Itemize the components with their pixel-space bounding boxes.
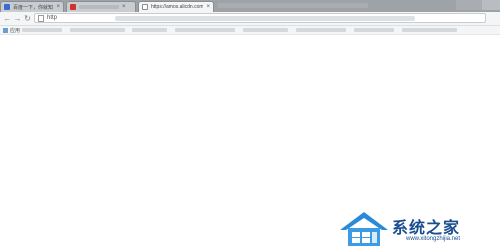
watermark-url: www.xitongzhijia.net bbox=[406, 236, 461, 242]
close-icon[interactable]: × bbox=[122, 4, 126, 10]
forward-arrow-icon[interactable]: → bbox=[13, 14, 22, 23]
apps-shortcut[interactable]: 应用 bbox=[3, 27, 20, 34]
page-icon bbox=[142, 4, 148, 10]
tab-title-blurred bbox=[79, 5, 119, 9]
reload-icon[interactable]: ↻ bbox=[23, 14, 32, 23]
bookmark-blurred[interactable] bbox=[354, 28, 394, 32]
tab-title: 百度一下，你就知道 bbox=[13, 4, 54, 11]
close-icon[interactable]: × bbox=[56, 4, 60, 10]
brand-t-icon bbox=[70, 4, 76, 10]
watermark-title: 系统之家 bbox=[392, 218, 461, 237]
close-icon[interactable]: × bbox=[206, 4, 210, 10]
site-watermark: 系统之家 www.xitongzhijia.net bbox=[336, 208, 500, 248]
bookmark-blurred[interactable] bbox=[402, 28, 457, 32]
bookmark-blurred[interactable] bbox=[22, 28, 62, 32]
bookmark-blurred[interactable] bbox=[243, 28, 288, 32]
tab-baidu[interactable]: 百度一下，你就知道 × bbox=[0, 1, 64, 12]
bookmark-blurred[interactable] bbox=[132, 28, 167, 32]
page-icon bbox=[38, 14, 44, 22]
tab-second[interactable]: × bbox=[66, 1, 136, 12]
bookmark-blurred[interactable] bbox=[70, 28, 125, 32]
maximize-button[interactable] bbox=[469, 0, 482, 10]
tab-amos[interactable]: https://amos.alicdn.com × bbox=[138, 1, 214, 12]
tab-strip: 百度一下，你就知道 × × https://amos.alicdn.com × bbox=[0, 0, 500, 12]
browser-toolbar: ← → ↻ http bbox=[0, 12, 500, 26]
close-window-button[interactable] bbox=[482, 0, 500, 10]
minimize-button[interactable] bbox=[456, 0, 469, 10]
back-arrow-icon[interactable]: ← bbox=[3, 14, 12, 23]
address-blurred bbox=[115, 16, 415, 21]
bookmarks-bar: 应用 bbox=[0, 26, 500, 35]
paw-icon bbox=[4, 4, 10, 10]
window-controls bbox=[456, 0, 500, 10]
bookmark-blurred[interactable] bbox=[175, 28, 235, 32]
tab-title: https://amos.alicdn.com bbox=[151, 4, 204, 10]
address-text: http bbox=[47, 15, 58, 21]
apps-grid-icon bbox=[3, 28, 8, 33]
apps-label: 应用 bbox=[10, 28, 21, 34]
tab-strip-blur bbox=[218, 3, 368, 8]
address-bar[interactable]: http bbox=[34, 13, 486, 23]
house-logo-icon bbox=[340, 212, 388, 246]
bookmark-blurred[interactable] bbox=[296, 28, 346, 32]
